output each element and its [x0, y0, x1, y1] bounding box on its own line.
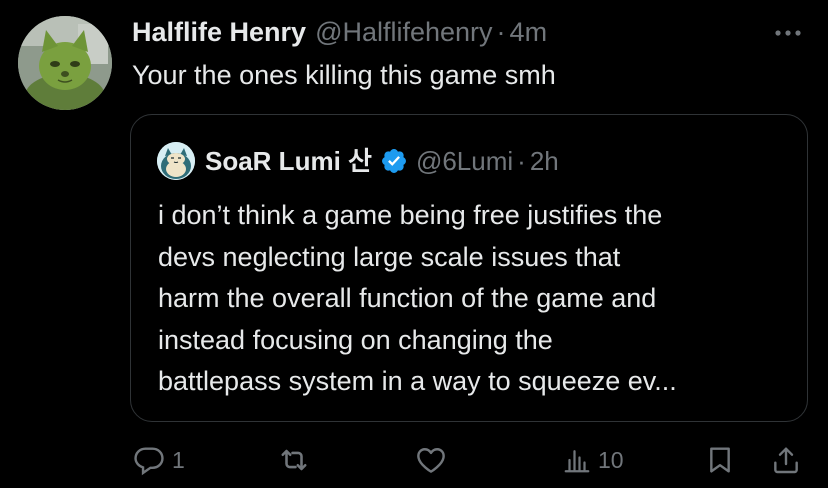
author-display-name[interactable]: Halflife Henry [132, 14, 306, 50]
verified-badge-icon [381, 149, 406, 173]
like-icon [417, 448, 445, 473]
quoted-text-line: instead focusing on changing the [158, 324, 553, 355]
quoted-text-line: harm the overall function of the game an… [158, 283, 657, 313]
more-dots-icon [775, 30, 801, 36]
views-count: 10 [598, 446, 624, 473]
quoted-tweet-card[interactable]: SoaR Lumi 산 @6Lumi · 2h i don’t think a … [130, 114, 808, 422]
bookmark-button[interactable] [704, 440, 736, 480]
quoted-tweet-header: SoaR Lumi 산 @6Lumi · 2h [157, 142, 559, 180]
like-button[interactable] [414, 440, 454, 480]
quoted-tweet-text: i don’t think a game being free justifie… [158, 195, 788, 403]
views-icon [564, 450, 590, 473]
author-avatar[interactable] [18, 16, 112, 110]
views-button[interactable]: 10 [562, 440, 624, 480]
tweet-text: Your the ones killing this game smh [132, 60, 556, 90]
more-options-button[interactable] [774, 26, 802, 40]
share-button[interactable] [770, 440, 802, 480]
quoted-author-avatar[interactable] [157, 142, 195, 180]
author-handle[interactable]: @Halflifehenry [315, 14, 492, 50]
quoted-text-line: i don’t think a game being free justifie… [158, 200, 663, 230]
bookmark-icon [710, 447, 730, 473]
separator-dot: · [496, 17, 506, 47]
reply-icon [134, 447, 164, 476]
quoted-tweet-timestamp[interactable]: 2h [530, 143, 559, 179]
retweet-button[interactable] [276, 440, 318, 480]
retweet-icon [281, 449, 307, 471]
quoted-author-handle[interactable]: @6Lumi [416, 143, 513, 179]
share-icon [774, 447, 798, 474]
green-cat-avatar-icon [18, 16, 112, 110]
tweet-timestamp[interactable]: 4m [510, 14, 548, 50]
quoted-text-line: battlepass system in a way to squeeze ev… [158, 366, 677, 396]
quoted-text-line: devs neglecting large scale issues that [158, 241, 621, 272]
snorlax-avatar-icon [157, 142, 195, 180]
reply-button[interactable]: 1 [132, 440, 185, 480]
tweet-action-bar: 1 10 [0, 440, 828, 480]
separator-dot: · [517, 146, 526, 176]
quoted-author-display-name[interactable]: SoaR Lumi 산 [205, 143, 372, 179]
reply-count: 1 [172, 446, 185, 473]
tweet-header: Halflife Henry @Halflifehenry · 4m [132, 14, 547, 50]
